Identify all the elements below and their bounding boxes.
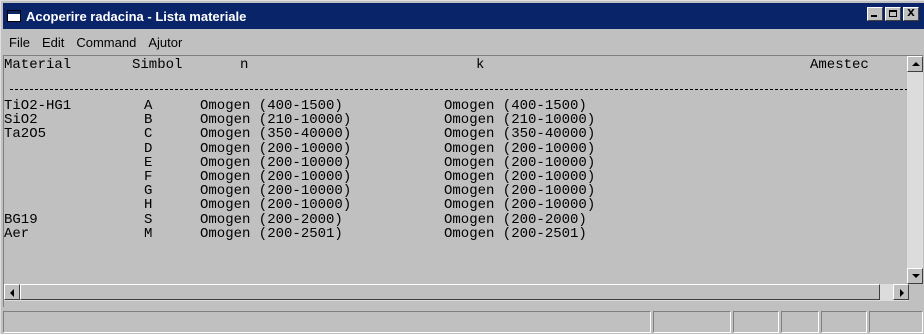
title-bar[interactable]: Acoperire radacina - Lista materiale X [3, 3, 924, 29]
window-title: Acoperire radacina - Lista materiale [26, 8, 247, 24]
scroll-left-icon[interactable] [4, 284, 20, 300]
header-k: k [476, 57, 485, 73]
status-pane-main [3, 311, 651, 333]
cell-material: Aer [4, 225, 30, 242]
scroll-down-icon[interactable] [907, 268, 923, 284]
cell-simbol: M [144, 225, 153, 242]
menu-command[interactable]: Command [70, 35, 142, 50]
close-button[interactable]: X [903, 7, 919, 21]
status-pane-2 [653, 311, 731, 333]
materials-list-panel: Material Simbol n k Amestec TiO2-HG1 A Omo… [3, 55, 923, 307]
app-window-icon[interactable] [7, 10, 21, 22]
menu-edit[interactable]: Edit [36, 35, 70, 50]
cell-n: Omogen (200-2501) [200, 225, 343, 242]
materials-list[interactable]: Material Simbol n k Amestec TiO2-HG1 A Omo… [4, 56, 909, 284]
header-row: Material Simbol n k Amestec [4, 57, 869, 73]
app-window: Acoperire radacina - Lista materiale X F… [0, 0, 924, 334]
minimize-button[interactable] [867, 7, 883, 21]
maximize-button[interactable] [885, 7, 901, 21]
header-material: Material [4, 57, 72, 73]
scroll-up-icon[interactable] [907, 56, 923, 72]
status-pane-5 [821, 311, 867, 333]
status-pane-6 [869, 311, 923, 333]
vertical-scrollbar[interactable] [907, 56, 923, 284]
header-n: n [240, 57, 249, 73]
scroll-right-icon[interactable] [893, 284, 909, 300]
status-bar [1, 309, 924, 335]
menu-bar: File Edit Command Ajutor [3, 31, 923, 53]
horizontal-scrollbar[interactable] [4, 284, 909, 301]
status-pane-4 [781, 311, 819, 333]
header-separator [10, 89, 908, 90]
horizontal-scroll-thumb[interactable] [20, 284, 880, 300]
window-controls: X [865, 7, 919, 21]
menu-file[interactable]: File [3, 35, 36, 50]
header-simbol: Simbol [132, 57, 183, 73]
cell-material: Ta2O5 [4, 126, 47, 143]
status-pane-3 [733, 311, 779, 333]
menu-ajutor[interactable]: Ajutor [142, 35, 188, 50]
cell-k: Omogen (200-2501) [444, 225, 587, 242]
header-amestec: Amestec [810, 57, 869, 73]
